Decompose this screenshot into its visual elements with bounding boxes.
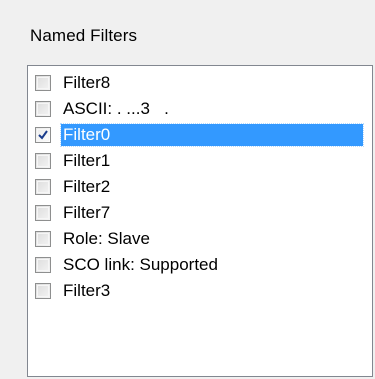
checkbox[interactable] xyxy=(35,179,51,195)
list-item-label: Filter0 xyxy=(60,123,364,147)
list-item-filter8[interactable]: Filter8 xyxy=(28,71,372,96)
checkbox[interactable] xyxy=(35,205,51,221)
list-item-sco-link[interactable]: SCO link: Supported xyxy=(28,253,372,278)
list-item-label: Filter2 xyxy=(63,177,111,196)
list-item-filter2[interactable]: Filter2 xyxy=(28,175,372,200)
list-item-role-slave[interactable]: Role: Slave xyxy=(28,227,372,252)
checkmark-icon xyxy=(38,130,48,140)
checkbox-checked[interactable] xyxy=(35,127,51,143)
list-item-label: Filter8 xyxy=(63,73,111,92)
named-filters-label: Named Filters xyxy=(30,26,138,45)
checkbox[interactable] xyxy=(35,231,51,247)
named-filters-list[interactable]: Filter8 ASCII: . ...3 . Filter0 Filter1 … xyxy=(27,65,373,377)
list-item-label: SCO link: Supported xyxy=(63,255,218,274)
checkbox[interactable] xyxy=(35,75,51,91)
list-item-label: Filter7 xyxy=(63,203,111,222)
checkbox[interactable] xyxy=(35,257,51,273)
list-item-label: Filter1 xyxy=(63,151,111,170)
list-item-filter3[interactable]: Filter3 xyxy=(28,279,372,304)
list-item-filter7[interactable]: Filter7 xyxy=(28,201,372,226)
list-item-filter1[interactable]: Filter1 xyxy=(28,149,372,174)
checkbox[interactable] xyxy=(35,283,51,299)
list-item-label: Filter3 xyxy=(63,281,111,300)
list-item-ascii[interactable]: ASCII: . ...3 . xyxy=(28,97,372,122)
checkbox[interactable] xyxy=(35,153,51,169)
list-item-label: ASCII: . ...3 . xyxy=(63,99,169,118)
list-item-label: Role: Slave xyxy=(63,229,150,248)
list-item-filter0[interactable]: Filter0 xyxy=(28,123,372,148)
checkbox[interactable] xyxy=(35,101,51,117)
